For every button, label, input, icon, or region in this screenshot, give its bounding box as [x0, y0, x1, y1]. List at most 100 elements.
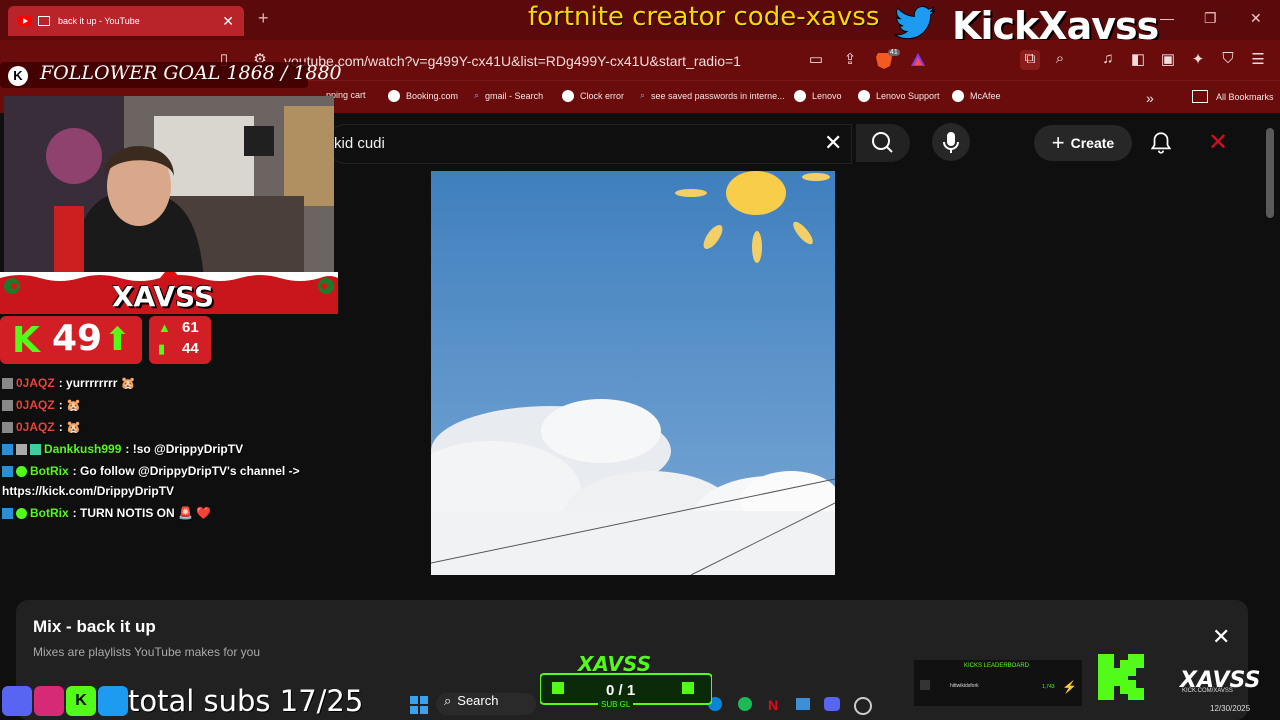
- discord-icon: [2, 686, 32, 716]
- chat-badge-icon: [16, 444, 27, 456]
- tab-window-icon: [38, 16, 50, 26]
- vpn-icon[interactable]: ⛉: [1218, 50, 1238, 70]
- tab-close-button[interactable]: ✕: [222, 13, 234, 30]
- bookmark-label: Lenovo Support: [876, 91, 940, 101]
- mix-subtitle: Mixes are playlists YouTube makes for yo…: [33, 645, 260, 659]
- new-tab-button[interactable]: +: [258, 8, 269, 29]
- red-x-icon[interactable]: ✕: [1208, 128, 1228, 157]
- windows-start-icon[interactable]: [410, 696, 428, 714]
- microphone-icon: [943, 132, 959, 153]
- extensions-icon[interactable]: ⧉: [1020, 50, 1040, 70]
- verified-icon: [16, 466, 27, 478]
- video-player[interactable]: [431, 171, 835, 575]
- bookmark-item[interactable]: Lenovo Support: [858, 90, 940, 102]
- wallet-icon[interactable]: ▣: [1158, 50, 1178, 70]
- url-field[interactable]: youtube.com/watch?v=g499Y-cx41U&list=RDg…: [284, 53, 741, 69]
- verified-icon: [16, 508, 27, 520]
- chat-text: : Go follow @DrippyDripTV's channel ->: [72, 464, 300, 478]
- discord-taskbar-icon[interactable]: [824, 697, 840, 711]
- rank-icon: [920, 680, 930, 690]
- chat-text: https://kick.com/DrippyDripTV: [2, 484, 175, 498]
- app-icon[interactable]: [796, 698, 810, 710]
- chat-message: 0JAQZ: 🐹: [2, 398, 81, 412]
- follower-goal-text: FOLLOWER GOAL 1868 / 1880: [40, 62, 342, 84]
- chat-badge-icon: [2, 466, 13, 478]
- menu-icon[interactable]: ☰: [1248, 50, 1268, 70]
- restore-button[interactable]: ❐: [1204, 10, 1217, 27]
- leaderboard-user: hittwikidsfork: [950, 683, 979, 689]
- social-icons: K: [2, 686, 128, 716]
- chat-badge-icon: [2, 400, 13, 412]
- page-scrollbar[interactable]: [1266, 128, 1274, 218]
- spotify-icon[interactable]: [738, 697, 752, 711]
- search-button[interactable]: [856, 124, 910, 162]
- kick-logo-icon: K: [12, 320, 40, 361]
- minimize-button[interactable]: —: [1160, 10, 1174, 26]
- plus-icon: +: [1051, 130, 1065, 155]
- search-page-icon[interactable]: ⌕: [1050, 50, 1070, 70]
- chat-message: https://kick.com/DrippyDripTV: [2, 484, 174, 498]
- chat-user: BotRix: [30, 506, 69, 520]
- sub-goal-label: SUB GL: [598, 700, 634, 709]
- bookmark-item[interactable]: Booking.com: [388, 90, 458, 102]
- chrome-icon[interactable]: [854, 697, 872, 715]
- rewards-icon[interactable]: [908, 50, 928, 70]
- stat-b-value: 44: [182, 340, 199, 357]
- mix-close-icon[interactable]: ✕: [1212, 624, 1230, 650]
- chat-badge-icon: [30, 444, 41, 456]
- trophy-icon: ▲: [158, 320, 171, 335]
- netflix-icon[interactable]: N: [768, 697, 778, 713]
- bookmark-label: see saved passwords in interne...: [651, 90, 785, 101]
- creator-code-text: fortnite creator code-xavss: [528, 2, 880, 32]
- stat-a-value: 61: [182, 319, 199, 336]
- chat-user: 0JAQZ: [16, 376, 55, 390]
- notifications-bell-icon[interactable]: [1148, 130, 1174, 156]
- create-button[interactable]: + Create: [1034, 125, 1132, 161]
- window-close-button[interactable]: ✕: [1250, 10, 1262, 27]
- cast-icon[interactable]: ▭: [806, 50, 826, 70]
- taskbar-search-label: Search: [457, 693, 499, 708]
- voice-search-button[interactable]: [932, 123, 970, 161]
- bookmark-label: Booking.com: [406, 91, 459, 101]
- webcam-feed: [4, 96, 334, 280]
- tab-title: back it up - YouTube: [58, 16, 140, 26]
- chat-message: BotRix: Go follow @DrippyDripTV's channe…: [2, 464, 300, 478]
- kick-link: KICK.COM/XAVSS: [1182, 688, 1233, 694]
- kick-k-icon: K: [8, 66, 28, 86]
- chat-badge-icon: [2, 422, 13, 434]
- leaderboard-title: KICKS LEADERBOARD: [964, 663, 1030, 669]
- globe-icon: [562, 90, 574, 102]
- music-icon[interactable]: ♫: [1098, 50, 1118, 70]
- up-arrow-icon: ⬆: [104, 321, 131, 357]
- search-icon: [872, 132, 893, 153]
- chat-user: 0JAQZ: [16, 420, 55, 434]
- sidebar-icon[interactable]: ◧: [1128, 50, 1148, 70]
- bookmark-item[interactable]: Lenovo: [794, 90, 842, 102]
- twitter-icon: [98, 686, 128, 716]
- all-bookmarks[interactable]: All Bookmarks: [1192, 90, 1274, 103]
- bookmark-item[interactable]: Clock error: [562, 90, 624, 102]
- taskbar-search[interactable]: ⌕ Search: [436, 693, 536, 715]
- chat-user: Dankkush999: [44, 442, 122, 456]
- chat-message: 0JAQZ: yurrrrrrrr 🐹: [2, 376, 136, 390]
- more-bookmarks-icon[interactable]: »: [1146, 90, 1154, 106]
- leo-ai-icon[interactable]: ✦: [1188, 50, 1208, 70]
- chat-user: BotRix: [30, 464, 69, 478]
- globe-icon: [794, 90, 806, 102]
- bookmark-item[interactable]: ⌕ gmail - Search: [474, 90, 543, 101]
- search-input[interactable]: [326, 124, 852, 164]
- chat-message: BotRix: TURN NOTIS ON 🚨 ❤️: [2, 506, 211, 520]
- search-icon: ⌕: [444, 693, 452, 708]
- bookmark-item[interactable]: ⌕ see saved passwords in interne...: [640, 90, 785, 101]
- bar-chart-icon: ▮: [158, 341, 166, 356]
- chat-text: : yurrrrrrrr 🐹: [58, 376, 136, 390]
- bookmark-item[interactable]: McAfee: [952, 90, 1001, 102]
- triangle-icon: [911, 53, 925, 66]
- clear-search-icon[interactable]: ✕: [824, 130, 842, 156]
- leaderboard-value: 1,743: [1042, 684, 1055, 690]
- browser-tab[interactable]: back it up - YouTube ✕: [8, 6, 244, 36]
- lightning-icon: ⚡: [1062, 680, 1077, 694]
- share-icon[interactable]: ⇪: [840, 50, 860, 70]
- sub-widget-title: XAVSS: [578, 652, 652, 676]
- taskbar-date: 12/30/2025: [1210, 704, 1251, 713]
